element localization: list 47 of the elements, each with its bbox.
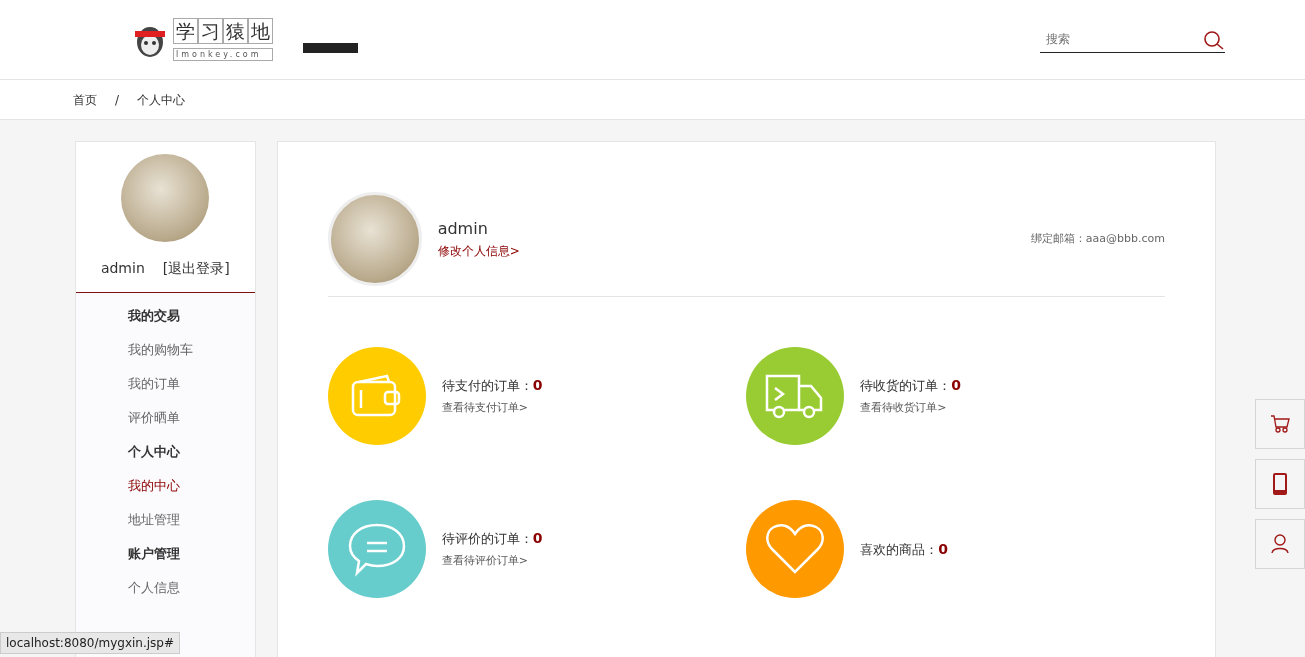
stat-count: 0 [951,376,962,396]
edit-profile-link[interactable]: 修改个人信息> [437,244,520,259]
search-field[interactable]: 搜索 [1040,26,1225,53]
stat-count: 0 [938,539,949,559]
stat-label: 待收货的订单： [860,377,952,396]
nav-group-title: 个人中心 [128,443,181,461]
stat-link[interactable]: 查看待支付订单> [441,400,528,417]
speech-bubble-icon [346,521,407,577]
stat-label: 待评价的订单： [441,530,533,549]
sidebar-item[interactable]: 个人信息 [128,571,180,605]
email-label: 绑定邮箱： [1030,231,1086,245]
sidebar-item[interactable]: 我的购物车 [128,333,193,367]
stat-link[interactable]: 查看待收货订单> [860,400,947,417]
cart-icon [1270,415,1290,433]
side-tool-button[interactable] [1255,459,1305,509]
email-value: aaa@bbb.com [1085,231,1165,245]
logo-character: 学 [173,18,198,44]
profile-username: admin [437,218,489,241]
nav-group-title: 我的交易 [128,307,181,325]
sidebar-item[interactable]: 评价晒单 [128,401,180,435]
side-tool-button[interactable] [1255,519,1305,569]
user-icon [1271,534,1289,554]
side-tool-button[interactable] [1255,399,1305,449]
logo-character: 猿 [223,18,248,44]
status-url-tooltip: localhost:8080/mygxin.jsp# [0,632,180,654]
sidebar-item[interactable]: 我的订单 [128,367,180,401]
logout-link[interactable]: [退出登录] [162,258,230,279]
sidebar-item[interactable]: 我的中心 [128,469,180,503]
nav-group-title: 账户管理 [128,545,181,563]
stat-link[interactable]: 查看待评价订单> [441,553,528,570]
garbled-text-mark [303,42,358,53]
logo-character: 习 [198,18,223,44]
stat-count: 0 [532,376,543,396]
stat-count: 0 [532,529,543,549]
search-icon[interactable] [1203,29,1225,50]
breadcrumb-link[interactable]: 个人中心 [137,90,186,109]
username: admin [100,259,145,278]
phone-icon [1273,473,1287,495]
heart-icon [765,523,826,575]
sidebar-item[interactable]: 地址管理 [128,503,180,537]
logo-subtitle: lmonkey.com [173,48,273,61]
stat-label: 待支付的订单： [441,377,533,396]
wallet-icon [350,374,403,418]
breadcrumb-link[interactable]: 首页 [73,90,97,109]
logo-character: 地 [248,18,273,44]
stat-label: 喜欢的商品： [860,540,939,559]
breadcrumb-separator: / [115,91,120,109]
